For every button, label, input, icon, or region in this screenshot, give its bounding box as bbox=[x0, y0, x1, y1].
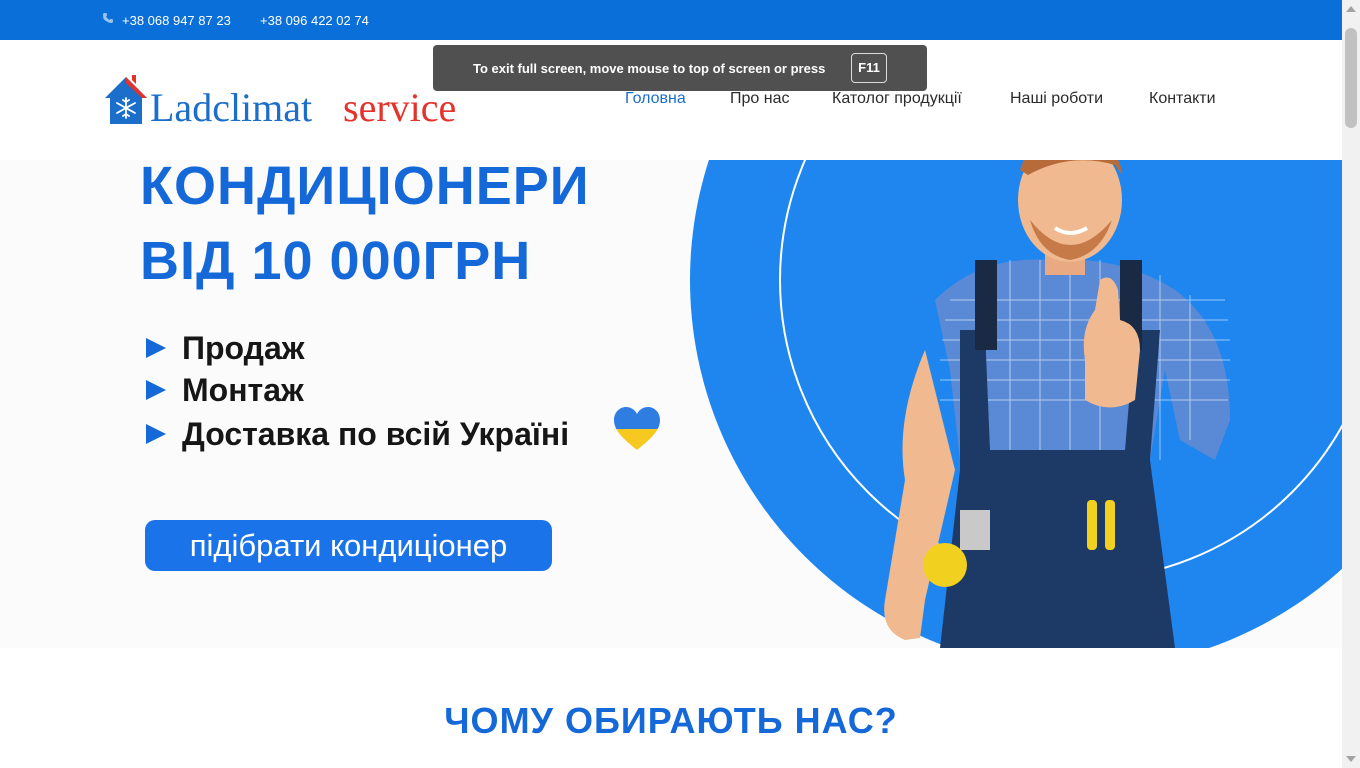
triangle-bullet-icon bbox=[146, 337, 166, 358]
section-title-why-us: ЧОМУ ОБИРАЮТЬ НАС? bbox=[444, 700, 898, 741]
bullet-delivery: Доставка по всій Україні bbox=[146, 416, 569, 453]
nav-our-works[interactable]: Наші роботи bbox=[1010, 90, 1103, 108]
scroll-down-arrow-icon[interactable] bbox=[1346, 756, 1356, 762]
toast-message: To exit full screen, move mouse to top o… bbox=[473, 61, 826, 76]
hero-banner: КОНДИЦІОНЕРИ ВІД 10 000ГРН Продаж Монтаж… bbox=[0, 160, 1342, 648]
nav-contacts[interactable]: Контакти bbox=[1149, 90, 1216, 108]
nav-home[interactable]: Головна bbox=[625, 90, 686, 108]
toast-key-badge: F11 bbox=[851, 53, 887, 83]
fullscreen-exit-toast: To exit full screen, move mouse to top o… bbox=[433, 45, 927, 91]
scrollbar-thumb[interactable] bbox=[1345, 28, 1357, 128]
logo-text-service[interactable]: service bbox=[343, 84, 456, 132]
bullet-sale: Продаж bbox=[146, 330, 304, 367]
logo-text-ladclimat[interactable]: Ladclimat bbox=[150, 84, 312, 132]
triangle-bullet-icon bbox=[146, 379, 166, 400]
ukraine-heart-icon bbox=[614, 407, 660, 450]
scroll-up-arrow-icon[interactable] bbox=[1346, 6, 1356, 12]
hero-title-line1: КОНДИЦІОНЕРИ bbox=[140, 160, 590, 216]
phone-number-1[interactable]: +38 068 947 87 23 bbox=[122, 13, 231, 28]
nav-about[interactable]: Про нас bbox=[730, 90, 789, 108]
phone-icon bbox=[103, 13, 113, 23]
hero-title-line2: ВІД 10 000ГРН bbox=[140, 231, 532, 291]
choose-ac-button[interactable]: підібрати кондиціонер bbox=[145, 520, 552, 571]
phone-number-2[interactable]: +38 096 422 02 74 bbox=[260, 13, 369, 28]
top-contact-bar: +38 068 947 87 23 +38 096 422 02 74 bbox=[0, 0, 1342, 40]
triangle-bullet-icon bbox=[146, 423, 166, 444]
bullet-installation: Монтаж bbox=[146, 372, 304, 409]
nav-catalog[interactable]: Католог продукції bbox=[832, 90, 962, 108]
